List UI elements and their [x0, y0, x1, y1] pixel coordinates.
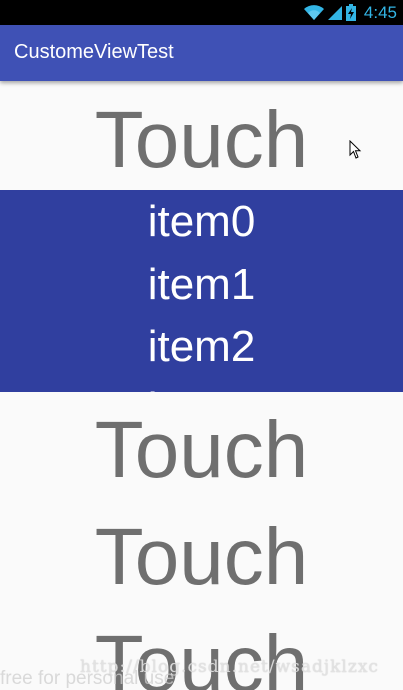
battery-charging-icon [345, 4, 356, 21]
wifi-icon [303, 4, 324, 20]
expanded-item[interactable]: item3 [0, 378, 403, 392]
list-item[interactable]: Touch [0, 398, 403, 502]
status-icons: 4:45 [303, 0, 403, 25]
app-title: CustomeViewTest [14, 41, 174, 63]
expanded-item[interactable]: item0 [0, 190, 403, 254]
expanded-panel: item0 item1 item2 item3 [0, 190, 403, 392]
app-bar: CustomeViewTest [0, 25, 403, 81]
status-time: 4:45 [363, 2, 397, 22]
signal-icon [327, 5, 342, 20]
expanded-item[interactable]: item2 [0, 316, 403, 378]
expanded-item[interactable]: item1 [0, 254, 403, 316]
mouse-cursor-icon [349, 140, 362, 159]
list-item[interactable]: Touch [0, 505, 403, 609]
list-item[interactable]: Touch [0, 90, 403, 190]
watermark-free-text: free for personal use [0, 668, 175, 689]
status-bar: 4:45 [0, 0, 403, 25]
